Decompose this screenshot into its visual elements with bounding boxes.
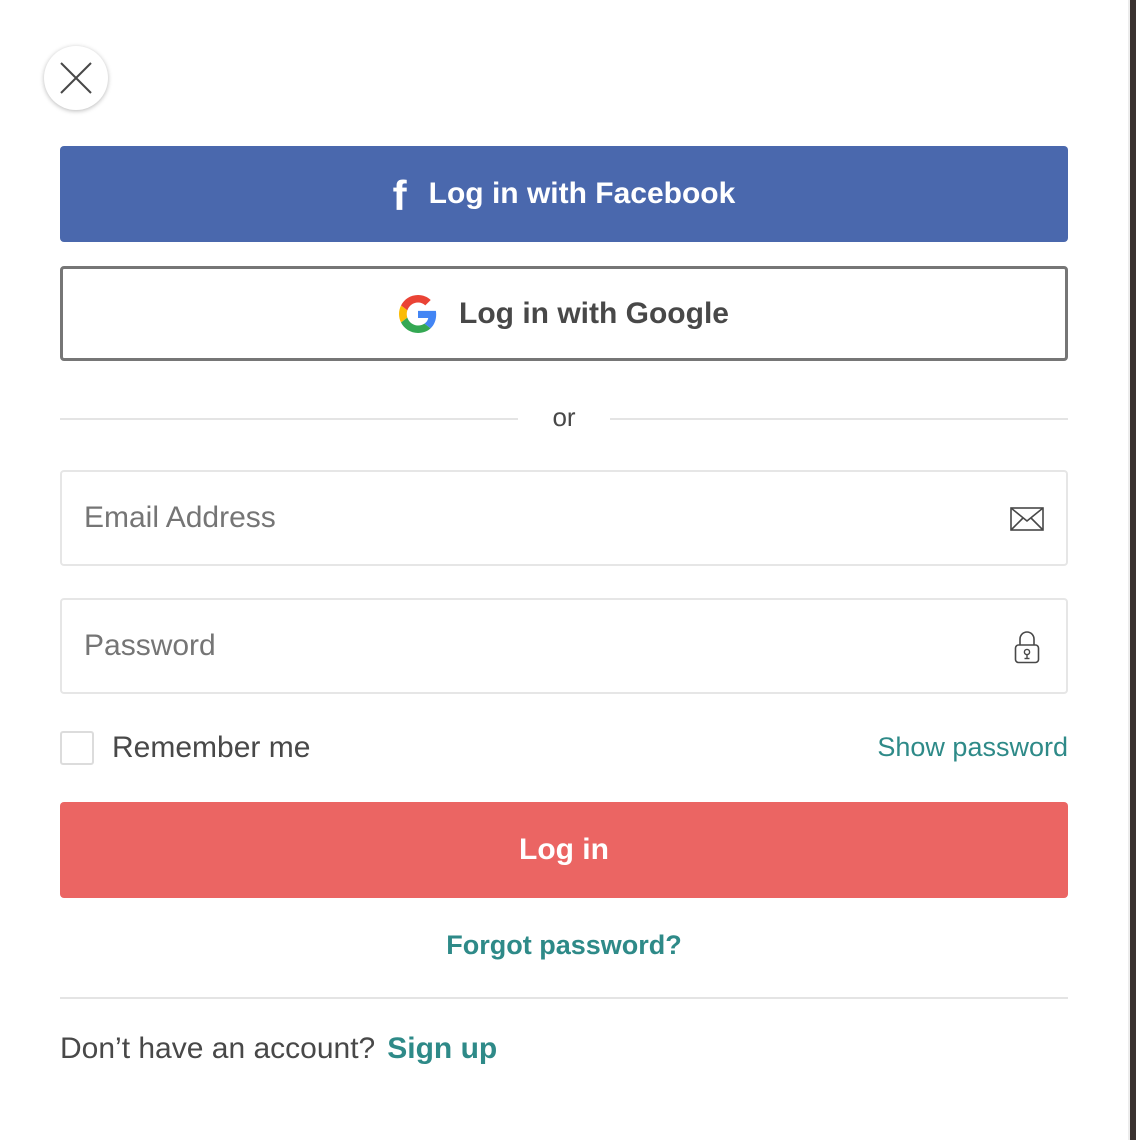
signup-prompt: Don’t have an account? (60, 1032, 376, 1065)
show-password-link[interactable]: Show password (877, 732, 1068, 763)
password-field-container (60, 598, 1068, 694)
close-icon (59, 61, 93, 95)
envelope-icon (1008, 500, 1046, 538)
signup-link[interactable]: Sign up (387, 1032, 497, 1065)
email-field-container (60, 470, 1068, 566)
remember-me[interactable]: Remember me (60, 728, 310, 768)
email-input[interactable] (84, 472, 984, 564)
background-page-edge (1130, 0, 1136, 1140)
forgot-password-link[interactable]: Forgot password? (446, 930, 682, 960)
signup-row: Don’t have an account? Sign up (60, 1032, 497, 1066)
login-button[interactable]: Log in (60, 802, 1068, 898)
facebook-login-button[interactable]: f Log in with Facebook (60, 146, 1068, 242)
remember-me-label: Remember me (112, 731, 311, 764)
password-input[interactable] (84, 600, 984, 692)
google-login-label: Log in with Google (459, 296, 729, 330)
google-login-button[interactable]: Log in with Google (60, 266, 1068, 361)
facebook-login-label: Log in with Facebook (428, 177, 736, 210)
divider-line-right (610, 418, 1068, 420)
divider-line-left (60, 418, 518, 420)
close-button[interactable] (44, 46, 108, 110)
forgot-password-row: Forgot password? (60, 930, 1068, 961)
bottom-divider (60, 997, 1068, 999)
or-divider: or (60, 396, 1068, 440)
or-text: or (552, 402, 576, 432)
remember-me-checkbox[interactable] (60, 731, 94, 765)
google-icon (399, 294, 437, 333)
facebook-icon: f (392, 172, 407, 219)
lock-icon (1008, 628, 1046, 666)
login-button-label: Log in (519, 833, 609, 866)
